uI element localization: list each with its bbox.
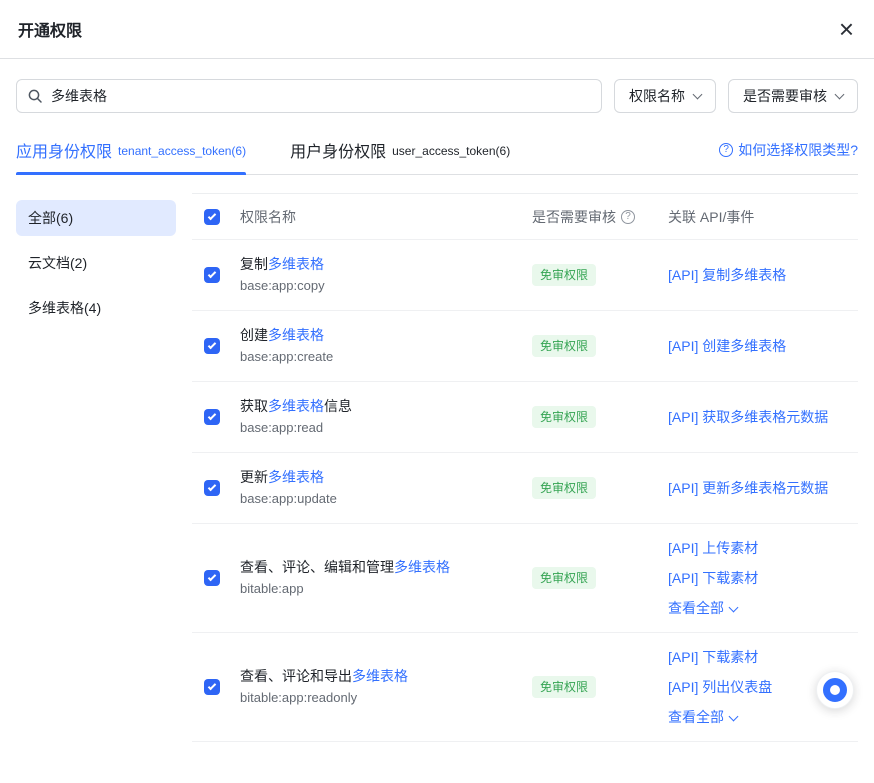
category-sidebar: 全部(6) 云文档(2) 多维表格(4) [16, 193, 176, 335]
column-header-review-label: 是否需要审核 [532, 207, 616, 227]
table-row: 创建多维表格 base:app:create 免审权限 [API] 创建多维表格 [192, 311, 858, 382]
api-link[interactable]: [API] 获取多维表格元数据 [668, 407, 858, 427]
api-link[interactable]: [API] 下载素材 [668, 568, 858, 588]
review-badge: 免审权限 [532, 477, 596, 499]
row-checkbox[interactable] [204, 570, 220, 586]
table-row: 查看、评论、编辑和管理多维表格 bitable:app 免审权限 [API] 上… [192, 524, 858, 633]
api-link[interactable]: [API] 上传素材 [668, 538, 858, 558]
page-title: 开通权限 [18, 17, 82, 41]
permission-code: base:app:read [240, 417, 520, 438]
api-link[interactable]: [API] 下载素材 [668, 647, 858, 667]
column-header-name: 权限名称 [240, 207, 532, 227]
dialog-header: 开通权限 × [0, 0, 874, 59]
toolbar: 权限名称 是否需要审核 [0, 59, 874, 123]
table-row: 更新多维表格 base:app:update 免审权限 [API] 更新多维表格… [192, 453, 858, 524]
permission-name: 查看、评论、编辑和管理多维表格 [240, 557, 520, 578]
table-header-row: 权限名称 是否需要审核 ? 关联 API/事件 [192, 194, 858, 240]
sidebar-item-cloud-docs[interactable]: 云文档(2) [16, 245, 176, 281]
sidebar-item-label: 云文档(2) [28, 253, 87, 273]
chevron-down-icon [729, 712, 739, 722]
api-link[interactable]: [API] 创建多维表格 [668, 336, 858, 356]
check-icon [208, 483, 216, 491]
permission-name-link[interactable]: 多维表格 [394, 559, 450, 575]
filter-review-required-label: 是否需要审核 [743, 86, 827, 106]
filter-permission-name-label: 权限名称 [629, 86, 685, 106]
permission-name-link[interactable]: 多维表格 [352, 668, 408, 684]
permission-code: base:app:update [240, 488, 520, 509]
review-badge: 免审权限 [532, 264, 596, 286]
content-area: 全部(6) 云文档(2) 多维表格(4) 权限名称 是否需要审核 ? 关联 AP… [0, 175, 874, 742]
row-checkbox[interactable] [204, 267, 220, 283]
assistant-button[interactable] [816, 671, 854, 709]
permission-name: 获取多维表格信息 [240, 396, 520, 417]
check-icon [208, 270, 216, 278]
sidebar-item-all[interactable]: 全部(6) [16, 200, 176, 236]
permission-name-link[interactable]: 多维表格 [268, 256, 324, 272]
row-checkbox[interactable] [204, 480, 220, 496]
sidebar-item-label: 全部(6) [28, 208, 73, 228]
check-icon [208, 211, 216, 219]
tab-tenant-access-token[interactable]: 应用身份权限 tenant_access_token(6) [16, 125, 246, 174]
permission-name: 查看、评论和导出多维表格 [240, 666, 520, 687]
api-link[interactable]: [API] 更新多维表格元数据 [668, 478, 858, 498]
permission-code: base:app:create [240, 346, 520, 367]
tab-label: 应用身份权限 [16, 138, 112, 162]
table-row: 获取多维表格信息 base:app:read 免审权限 [API] 获取多维表格… [192, 382, 858, 453]
permission-name-link[interactable]: 多维表格 [268, 469, 324, 485]
review-badge: 免审权限 [532, 406, 596, 428]
tab-user-access-token[interactable]: 用户身份权限 user_access_token(6) [290, 125, 510, 174]
view-all-link[interactable]: 查看全部 [668, 707, 858, 727]
table-row: 查看、评论和导出多维表格 bitable:app:readonly 免审权限 [… [192, 633, 858, 742]
check-icon [208, 412, 216, 420]
permission-name: 更新多维表格 [240, 467, 520, 488]
permission-name-link[interactable]: 多维表格 [268, 398, 324, 414]
chevron-down-icon [693, 89, 703, 99]
sidebar-item-bitable[interactable]: 多维表格(4) [16, 290, 176, 326]
select-all-checkbox[interactable] [204, 209, 220, 225]
sidebar-item-label: 多维表格(4) [28, 298, 101, 318]
check-icon [208, 682, 216, 690]
api-link[interactable]: [API] 复制多维表格 [668, 265, 858, 285]
search-box[interactable] [16, 79, 602, 113]
permission-code: bitable:app [240, 578, 520, 599]
review-badge: 免审权限 [532, 567, 596, 589]
row-checkbox[interactable] [204, 679, 220, 695]
check-icon [208, 573, 216, 581]
view-all-link[interactable]: 查看全部 [668, 598, 858, 618]
permission-name-link[interactable]: 多维表格 [268, 327, 324, 343]
permission-code: bitable:app:readonly [240, 687, 520, 708]
table-row: 复制多维表格 base:app:copy 免审权限 [API] 复制多维表格 [192, 240, 858, 311]
close-icon[interactable]: × [837, 16, 856, 42]
permission-code: base:app:copy [240, 275, 520, 296]
chevron-down-icon [729, 603, 739, 613]
question-circle-icon: ? [719, 143, 733, 157]
permission-name: 创建多维表格 [240, 325, 520, 346]
row-checkbox[interactable] [204, 409, 220, 425]
column-header-review: 是否需要审核 ? [532, 207, 668, 227]
review-badge: 免审权限 [532, 676, 596, 698]
search-input[interactable] [51, 88, 591, 104]
row-checkbox[interactable] [204, 338, 220, 354]
tab-sublabel: tenant_access_token(6) [118, 144, 246, 158]
tab-label: 用户身份权限 [290, 138, 386, 162]
help-link[interactable]: ? 如何选择权限类型? [719, 140, 858, 160]
search-icon [27, 88, 43, 104]
filter-review-required[interactable]: 是否需要审核 [728, 79, 858, 113]
permission-name: 复制多维表格 [240, 254, 520, 275]
filter-permission-name[interactable]: 权限名称 [614, 79, 716, 113]
help-link-label: 如何选择权限类型? [738, 140, 858, 160]
review-badge: 免审权限 [532, 335, 596, 357]
column-header-api: 关联 API/事件 [668, 207, 858, 227]
check-icon [208, 341, 216, 349]
chevron-down-icon [835, 89, 845, 99]
tab-sublabel: user_access_token(6) [392, 144, 510, 158]
tabs-bar: 应用身份权限 tenant_access_token(6) 用户身份权限 use… [16, 125, 858, 175]
assistant-icon [823, 678, 847, 702]
question-circle-icon[interactable]: ? [621, 210, 635, 224]
permission-table: 权限名称 是否需要审核 ? 关联 API/事件 复制多维表格 base:app:… [192, 193, 858, 742]
